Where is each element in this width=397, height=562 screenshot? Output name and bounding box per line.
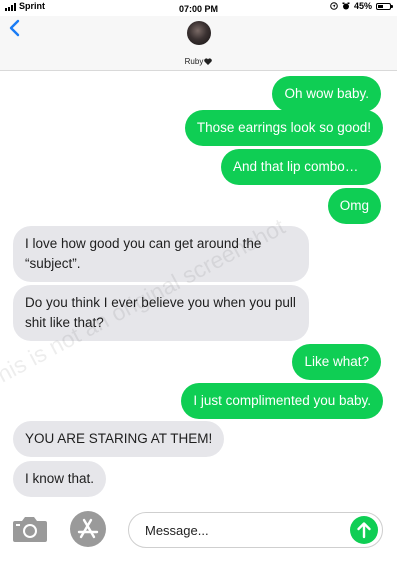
battery-percent: 45%: [353, 1, 372, 11]
contact-name[interactable]: Ruby: [0, 57, 397, 66]
received-message: I know that.: [13, 461, 107, 497]
sent-message: Those earrings look so good!: [184, 110, 383, 146]
message-input[interactable]: Message...: [128, 512, 383, 548]
conversation-header: Ruby: [0, 16, 397, 71]
arrow-up-icon: [357, 522, 371, 539]
heart-icon: [204, 58, 213, 65]
app-store-icon: [77, 518, 99, 539]
contact-avatar[interactable]: [187, 21, 211, 45]
alarm-icon: [342, 2, 350, 10]
message-placeholder: Message...: [145, 523, 209, 538]
status-right: 45%: [330, 1, 393, 11]
camera-icon[interactable]: [12, 515, 48, 543]
status-bar: Sprint 07:00 PM 45%: [0, 0, 397, 16]
received-message: YOU ARE STARING AT THEM!: [13, 421, 225, 457]
sent-message: I just complimented you baby.: [181, 383, 383, 419]
back-chevron-icon[interactable]: [8, 18, 22, 38]
compose-bar: Message...: [0, 505, 397, 562]
message-thread[interactable]: Oh wow baby. Those earrings look so good…: [0, 71, 397, 501]
battery-icon: [376, 2, 393, 10]
sent-message: Like what?: [292, 344, 381, 380]
send-button[interactable]: [350, 516, 378, 544]
location-icon: [330, 2, 338, 10]
sent-message: Oh wow baby.: [272, 76, 381, 112]
app-store-button[interactable]: [70, 511, 106, 547]
